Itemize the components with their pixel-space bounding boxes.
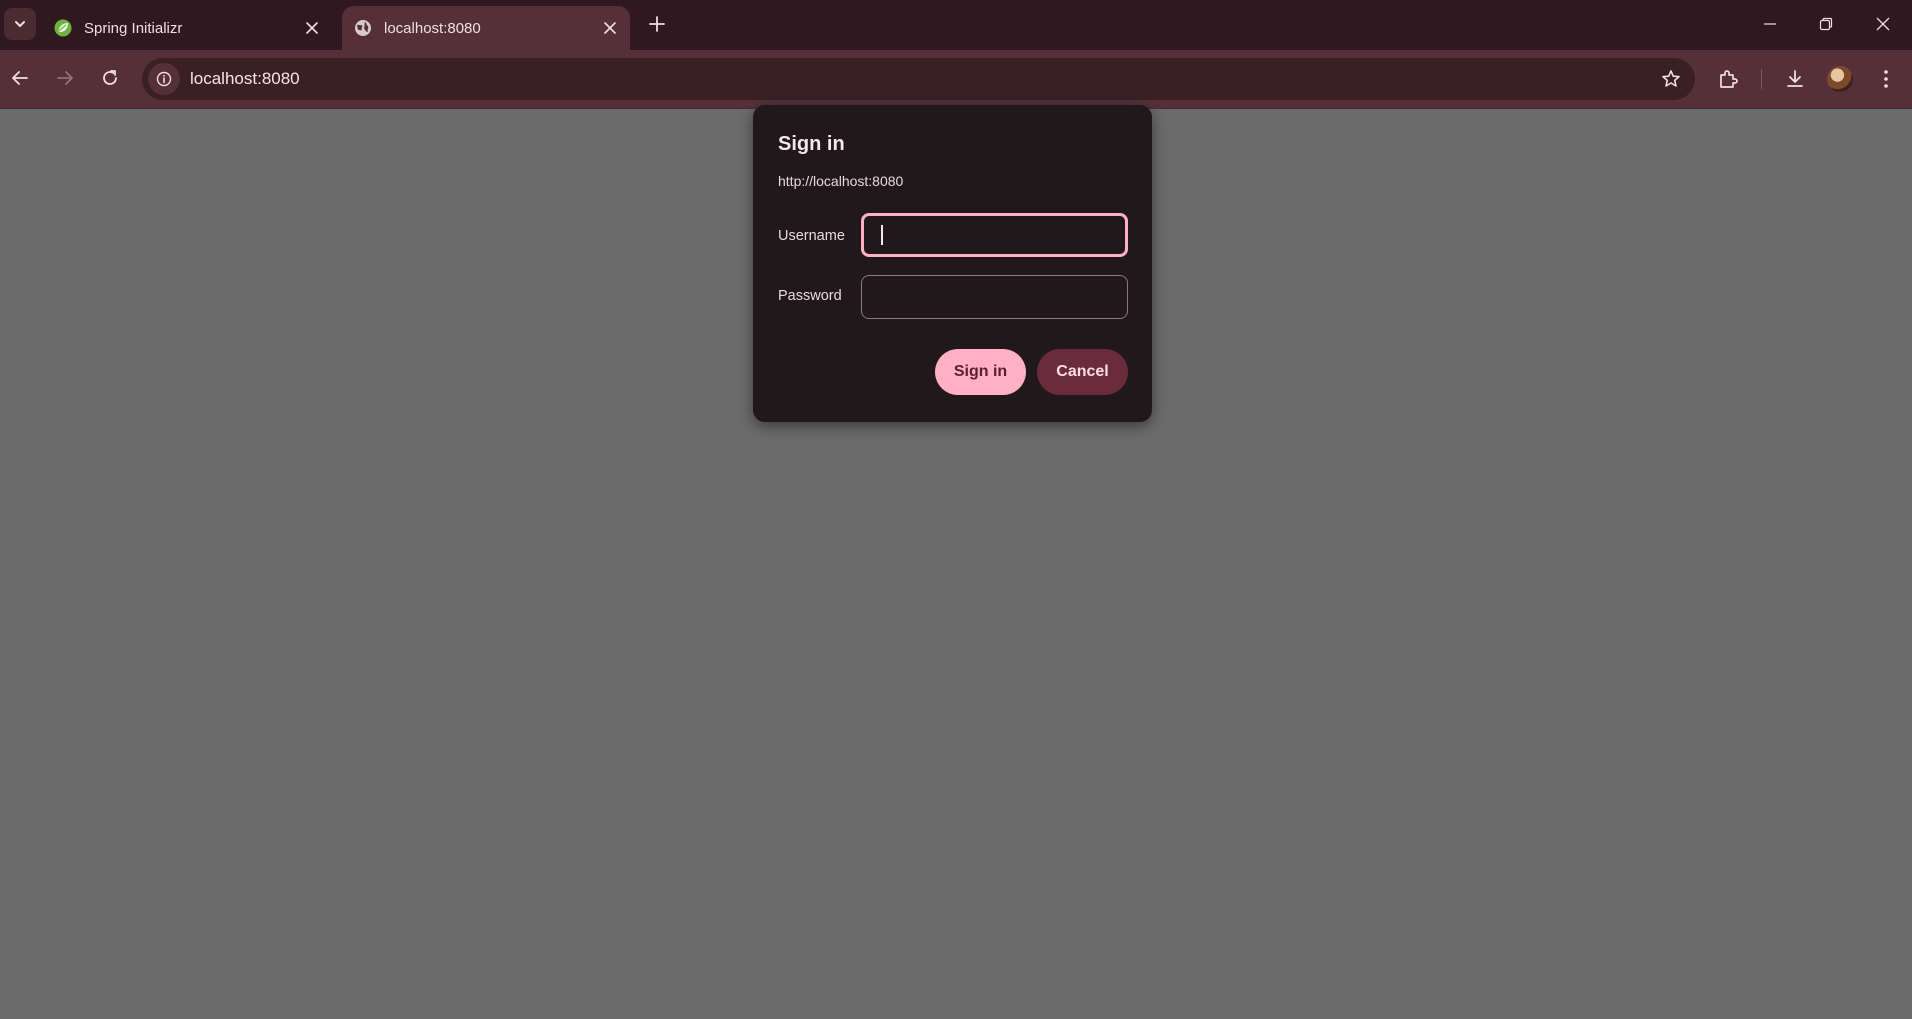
dialog-origin: http://localhost:8080 xyxy=(778,173,904,189)
url-text: localhost:8080 xyxy=(190,69,300,88)
bookmark-button[interactable] xyxy=(1657,65,1685,93)
tab-localhost[interactable]: localhost:8080 xyxy=(342,6,630,50)
reload-icon xyxy=(103,70,117,85)
text-caret xyxy=(881,225,883,245)
plus-icon xyxy=(649,16,665,32)
arrow-right-icon xyxy=(57,71,73,85)
forward-button[interactable] xyxy=(47,60,83,96)
restore-icon xyxy=(1819,17,1833,31)
tab-search-button[interactable] xyxy=(4,8,36,40)
arrow-left-icon xyxy=(12,71,28,85)
browser-toolbar: localhost:8080 xyxy=(0,50,1912,108)
tab-close-button[interactable] xyxy=(300,16,324,40)
dialog-title: Sign in xyxy=(778,133,845,155)
menu-button[interactable] xyxy=(1868,61,1904,97)
sign-in-button[interactable]: Sign in xyxy=(935,349,1026,395)
password-field[interactable] xyxy=(861,275,1128,319)
cancel-button[interactable]: Cancel xyxy=(1037,349,1128,395)
downloads-button[interactable] xyxy=(1777,61,1813,97)
info-icon xyxy=(156,71,172,87)
username-label: Username xyxy=(778,228,845,244)
toolbar-divider xyxy=(1761,69,1762,89)
more-vert-icon xyxy=(1884,70,1888,88)
tab-strip: Spring Initializr localhost:8080 xyxy=(0,0,1912,50)
password-label: Password xyxy=(778,288,842,304)
tab-spring-initializr[interactable]: Spring Initializr xyxy=(42,6,332,50)
back-button[interactable] xyxy=(2,60,38,96)
minimize-button[interactable] xyxy=(1748,6,1792,42)
username-field[interactable] xyxy=(861,213,1128,257)
avatar[interactable] xyxy=(1827,66,1853,92)
tab-title: localhost:8080 xyxy=(384,19,481,37)
tab-close-button[interactable] xyxy=(598,16,622,40)
star-icon xyxy=(1662,70,1680,87)
sign-in-dialog: Sign in http://localhost:8080 Username P… xyxy=(753,105,1152,422)
new-tab-button[interactable] xyxy=(643,10,671,38)
download-icon xyxy=(1787,70,1803,87)
minimize-icon xyxy=(1764,23,1776,25)
site-info-button[interactable] xyxy=(148,63,180,95)
tab-title: Spring Initializr xyxy=(84,19,183,37)
puzzle-icon xyxy=(1720,70,1738,88)
close-icon xyxy=(604,22,616,34)
extensions-button[interactable] xyxy=(1710,61,1746,97)
close-icon xyxy=(306,22,318,34)
spring-leaf-icon xyxy=(54,19,72,37)
globe-icon xyxy=(355,20,371,36)
close-window-button[interactable] xyxy=(1861,6,1905,42)
close-icon xyxy=(1876,17,1890,31)
reload-button[interactable] xyxy=(92,60,128,96)
restore-button[interactable] xyxy=(1804,6,1848,42)
address-bar[interactable]: localhost:8080 xyxy=(142,58,1695,100)
chevron-down-icon xyxy=(15,21,25,27)
